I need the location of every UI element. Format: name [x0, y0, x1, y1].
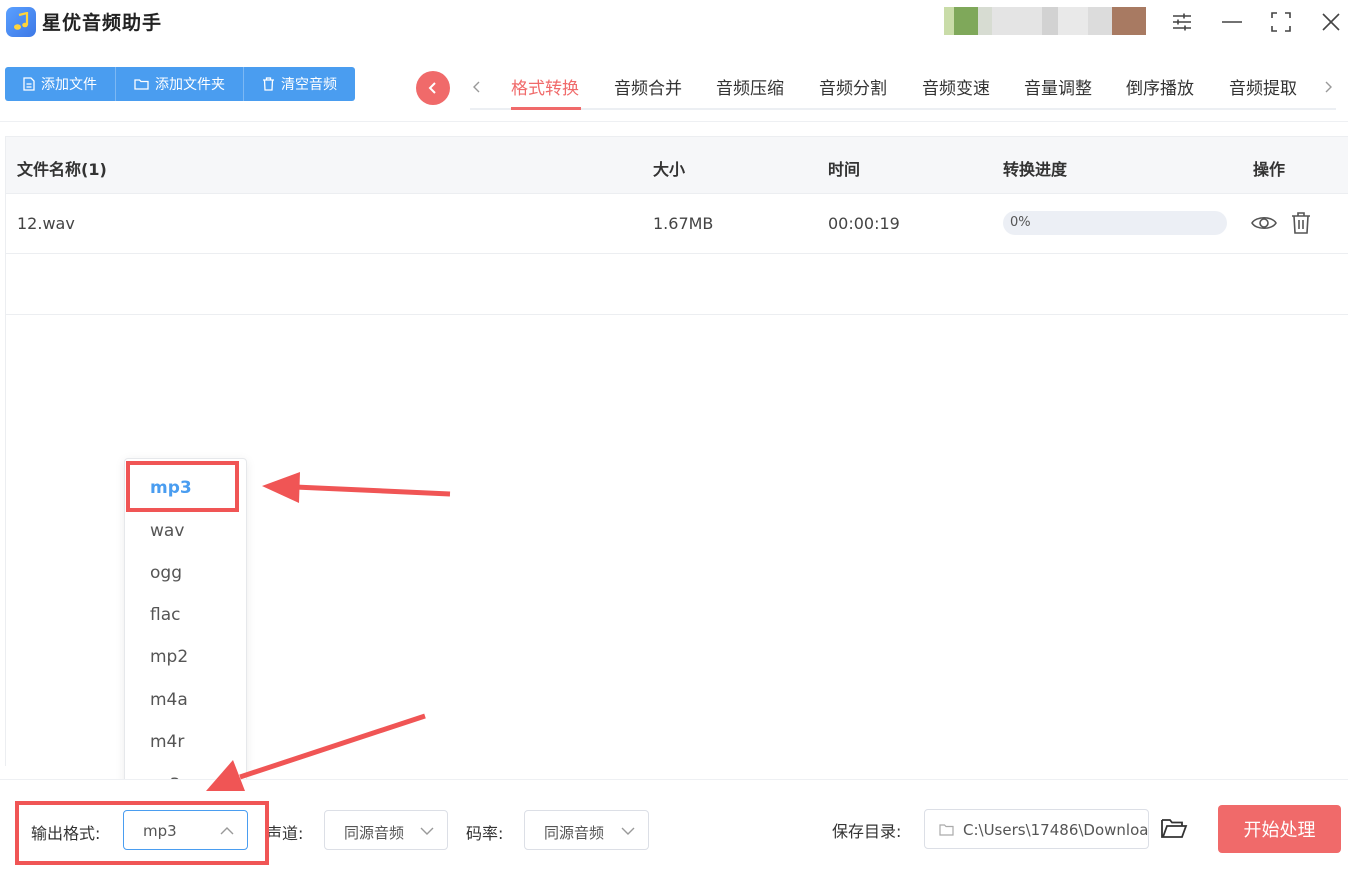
save-dir-value: C:\Users\17486\Downloads — [963, 821, 1149, 839]
chevron-down-icon — [420, 827, 434, 835]
save-dir-input[interactable]: C:\Users\17486\Downloads — [924, 809, 1149, 849]
add-file-button[interactable]: 添加文件 — [5, 67, 115, 101]
settings-sliders-icon[interactable] — [1169, 9, 1195, 35]
output-format-label: 输出格式: — [31, 824, 101, 843]
tab-audio-speed[interactable]: 音频变速 — [922, 74, 990, 99]
format-dropdown-menu: mp3 wav ogg flac mp2 m4a m4r ac3 — [124, 458, 247, 795]
bitrate-value: 同源音频 — [544, 824, 605, 842]
table-header: 文件名称(1) 大小 时间 转换进度 操作 — [5, 136, 1348, 194]
chevron-up-icon — [220, 827, 234, 835]
format-option-ogg[interactable]: ogg — [150, 563, 182, 583]
header-filename: 文件名称(1) — [17, 160, 107, 179]
format-option-flac[interactable]: flac — [150, 605, 180, 625]
table-left-border — [5, 136, 6, 766]
close-icon[interactable] — [1318, 9, 1344, 35]
format-option-m4r[interactable]: m4r — [150, 732, 184, 752]
app-logo — [6, 7, 36, 37]
title-bar: 星优音频助手 — [0, 0, 1348, 50]
add-folder-button[interactable]: 添加文件夹 — [115, 67, 243, 101]
clear-audio-label: 清空音频 — [281, 77, 337, 93]
add-file-label: 添加文件 — [41, 77, 97, 93]
start-process-button[interactable]: 开始处理 — [1218, 805, 1341, 853]
channel-select[interactable]: 同源音频 — [324, 810, 448, 850]
arrow-to-mp3 — [262, 472, 451, 503]
clear-audio-button[interactable]: 清空音频 — [243, 67, 355, 101]
chevron-down-icon — [621, 827, 635, 835]
tab-audio-merge[interactable]: 音频合并 — [614, 74, 682, 99]
user-avatar[interactable] — [944, 7, 1146, 35]
function-tabs: 格式转换 音频合并 音频压缩 音频分割 音频变速 音量调整 倒序播放 音频提取 — [470, 60, 1336, 110]
save-dir-label: 保存目录: — [832, 822, 902, 841]
file-size: 1.67MB — [653, 214, 714, 233]
output-format-value: mp3 — [143, 822, 177, 840]
file-name: 12.wav — [17, 214, 75, 233]
format-option-mp3[interactable]: mp3 — [150, 478, 192, 498]
minimize-icon[interactable] — [1219, 9, 1245, 35]
header-size: 大小 — [653, 160, 686, 179]
progress-text: 0% — [1010, 215, 1031, 230]
empty-row — [5, 254, 1348, 315]
format-option-mp2[interactable]: mp2 — [150, 647, 188, 667]
bitrate-label: 码率: — [466, 824, 504, 843]
trash-icon — [263, 77, 274, 91]
file-duration: 00:00:19 — [828, 214, 900, 233]
toolbar-button-group: 添加文件 添加文件夹 清空音频 — [5, 67, 355, 101]
folder-open-icon[interactable] — [1160, 816, 1188, 842]
add-folder-label: 添加文件夹 — [155, 77, 225, 93]
music-note-icon — [14, 12, 29, 30]
channel-value: 同源音频 — [344, 824, 405, 842]
header-time: 时间 — [828, 160, 861, 179]
convert-progress-bar: 0% — [1003, 211, 1227, 235]
table-row[interactable]: 12.wav 1.67MB 00:00:19 0% — [5, 194, 1348, 254]
divider — [0, 121, 1348, 122]
header-actions: 操作 — [1253, 160, 1286, 179]
tab-volume-adjust[interactable]: 音量调整 — [1024, 74, 1092, 99]
active-tab-indicator — [511, 107, 581, 110]
collapse-sidebar-button[interactable] — [416, 71, 450, 105]
trash-icon[interactable] — [1288, 211, 1314, 235]
eye-icon[interactable] — [1251, 211, 1277, 235]
tab-audio-split[interactable]: 音频分割 — [819, 74, 887, 99]
output-format-select[interactable]: mp3 — [123, 810, 248, 850]
chevron-left-icon — [428, 82, 436, 94]
format-option-wav[interactable]: wav — [150, 521, 184, 541]
tab-reverse-play[interactable]: 倒序播放 — [1126, 74, 1194, 99]
bitrate-select[interactable]: 同源音频 — [524, 810, 649, 850]
channel-label: 声道: — [266, 824, 304, 843]
tab-audio-extract[interactable]: 音频提取 — [1229, 74, 1297, 99]
header-progress: 转换进度 — [1003, 160, 1068, 179]
folder-icon — [134, 79, 149, 90]
format-option-m4a[interactable]: m4a — [150, 690, 188, 710]
folder-icon — [939, 824, 954, 836]
tab-format-convert[interactable]: 格式转换 — [511, 74, 579, 99]
tab-audio-compress[interactable]: 音频压缩 — [716, 74, 784, 99]
app-title: 星优音频助手 — [42, 12, 163, 34]
file-table: 文件名称(1) 大小 时间 转换进度 操作 12.wav 1.67MB 00:0… — [5, 136, 1348, 315]
maximize-icon[interactable] — [1268, 9, 1294, 35]
file-icon — [23, 77, 35, 91]
